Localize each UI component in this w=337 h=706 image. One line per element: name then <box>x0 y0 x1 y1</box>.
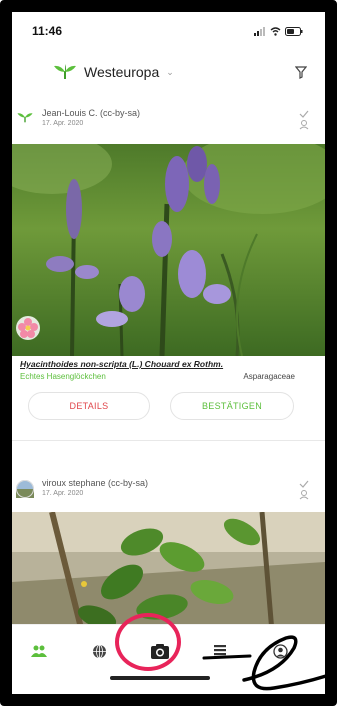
observation-photo[interactable] <box>12 144 325 356</box>
flower-badge-icon <box>16 316 40 340</box>
observation-date: 17. Apr. 2020 <box>42 120 84 127</box>
common-name: Echtes Hasenglöckchen <box>20 372 106 381</box>
details-button[interactable]: DETAILS <box>28 392 150 420</box>
tab-explore[interactable] <box>84 639 114 663</box>
filter-icon[interactable] <box>295 66 307 79</box>
chevron-down-icon: ⌄ <box>166 66 174 77</box>
observation-photo[interactable] <box>12 512 325 632</box>
tab-community[interactable] <box>24 639 54 663</box>
scientific-name[interactable]: Hyacinthoides non-scripta (L.) Chouard e… <box>20 359 223 369</box>
status-time: 11:46 <box>32 24 63 38</box>
wifi-icon <box>270 26 281 36</box>
status-bar: 11:46 <box>12 12 325 46</box>
battery-icon <box>285 26 303 36</box>
avatar <box>16 480 34 498</box>
status-icons <box>254 25 303 37</box>
community-icon <box>31 645 47 657</box>
plant-logo-icon <box>54 64 76 79</box>
globe-icon <box>92 644 106 658</box>
app-screen: 11:46 Westeuropa ⌄ Jean-Louis C. (cc-by-… <box>12 12 325 694</box>
signal-icon <box>254 26 265 36</box>
observation-author: Jean-Louis C. (cc-by-sa) <box>42 108 141 118</box>
family-name: Asparagaceae <box>243 372 295 381</box>
observation-author: viroux stephane (cc-by-sa) <box>42 478 149 488</box>
validation-icon[interactable] <box>299 110 309 130</box>
validation-icon[interactable] <box>299 480 309 500</box>
bluebell-photo <box>12 144 325 356</box>
author-plant-icon <box>17 113 33 123</box>
region-selector[interactable]: Westeuropa ⌄ <box>52 64 174 80</box>
annotation-circle <box>115 613 181 671</box>
app-header: Westeuropa ⌄ <box>12 52 325 88</box>
region-title: Westeuropa <box>84 64 160 80</box>
rose-leaves-photo <box>12 512 325 632</box>
observation-date: 17. Apr. 2020 <box>42 490 84 497</box>
confirm-button[interactable]: BESTÄTIGEN <box>170 392 294 420</box>
card-divider <box>12 440 325 441</box>
annotation-scribble <box>202 635 328 691</box>
